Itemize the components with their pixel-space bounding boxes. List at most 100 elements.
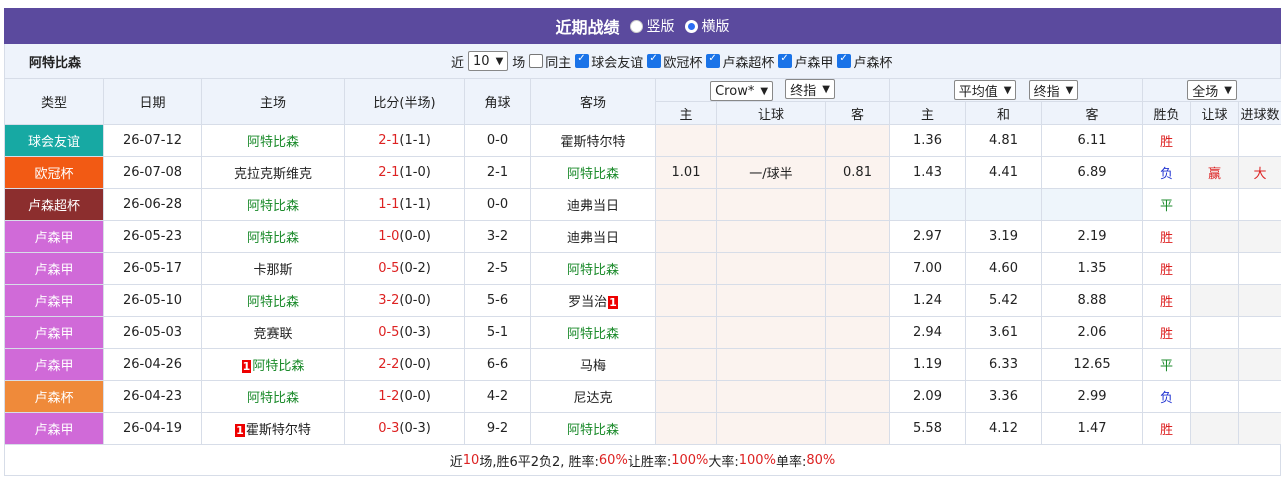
match-type[interactable]: 卢森甲 [4,412,104,445]
home-team[interactable]: 阿特比森 [201,188,345,221]
view-vertical-radio[interactable]: 竖版 [629,16,675,36]
filter-suffix: 场 [512,55,526,71]
avg-home-odds: 2.97 [889,220,967,253]
table-row[interactable]: 球会友谊 26-07-12 阿特比森 2-1(1-1) 0-0 霍斯特尔特 1.36 4.81… [4,124,1281,157]
comp-checkbox-friendly[interactable] [575,53,590,68]
match-score[interactable]: 1-1(1-1) [344,188,465,221]
scope-select[interactable]: 全场 ▼ [1187,80,1237,100]
handicap-line [716,124,826,157]
table-row[interactable]: 卢森甲 26-05-23 阿特比森 1-0(0-0) 3-2 迪弗当日 2.97 3.19 2.… [4,220,1281,253]
handicap-result [1190,252,1240,285]
match-result: 胜 [1142,412,1192,445]
col-score: 比分(半场) [344,78,465,125]
away-team[interactable]: 罗当治 1 [530,284,656,317]
away-team[interactable]: 马梅 [530,348,656,381]
away-team[interactable]: 阿特比森 [530,412,656,445]
handicap-result [1190,412,1240,445]
away-team[interactable]: 迪弗当日 [530,220,656,253]
table-row[interactable]: 欧冠杯 26-07-08 克拉克斯维克 2-1(1-0) 2-1 阿特比森 1.01 一/球半… [4,156,1281,189]
handicap-mode-select[interactable]: 终指 ▼ [785,79,835,99]
handicap-line [716,412,826,445]
away-team[interactable]: 尼达克 [530,380,656,413]
match-score[interactable]: 0-5(0-3) [344,316,465,349]
match-type[interactable]: 卢森杯 [4,380,104,413]
match-type[interactable]: 球会友谊 [4,124,104,157]
table-row[interactable]: 卢森甲 26-05-03 竞赛联 0-5(0-3) 5-1 阿特比森 2.94 3.61 2.0… [4,316,1281,349]
avg-select[interactable]: 平均值 ▼ [953,80,1017,100]
over-under-result [1238,284,1281,317]
comp-checkbox-supercup[interactable] [706,53,721,68]
match-score[interactable]: 1-2(0-0) [344,380,465,413]
match-score[interactable]: 2-2(0-0) [344,348,465,381]
avg-home-odds: 2.94 [889,316,967,349]
match-score[interactable]: 2-1(1-0) [344,156,465,189]
handicap-away-odds [824,252,891,285]
match-date: 26-07-12 [103,124,202,157]
avg-home-odds: 2.09 [889,380,967,413]
company-select[interactable]: Crow* ▼ [710,81,774,101]
home-team[interactable]: 阿特比森 [201,284,345,317]
avg-draw-odds: 3.36 [965,380,1043,413]
avg-draw-odds: 4.12 [965,412,1043,445]
handicap-line [716,284,826,317]
handicap-home-odds [655,348,717,381]
away-team[interactable]: 霍斯特尔特 [530,124,656,157]
match-score[interactable]: 2-1(1-1) [344,124,465,157]
table-row[interactable]: 卢森杯 26-04-23 阿特比森 1-2(0-0) 4-2 尼达克 2.09 3.36 2.9… [4,380,1281,413]
match-count-select[interactable]: 10 ▼ [468,51,509,71]
match-type[interactable]: 卢森甲 [4,316,104,349]
handicap-line [716,220,826,253]
home-team[interactable]: 卡那斯 [201,252,345,285]
comp-checkbox-ucl[interactable] [647,53,662,68]
match-result: 胜 [1142,284,1192,317]
away-team[interactable]: 阿特比森 [530,316,656,349]
home-team[interactable]: 阿特比森 [201,124,345,157]
home-team[interactable]: 竞赛联 [201,316,345,349]
match-score[interactable]: 3-2(0-0) [344,284,465,317]
avg-away-odds: 1.35 [1041,252,1144,285]
match-score[interactable]: 0-5(0-2) [344,252,465,285]
match-type[interactable]: 卢森甲 [4,220,104,253]
away-team[interactable]: 阿特比森 [530,252,656,285]
handicap-line [716,316,826,349]
match-score[interactable]: 0-3(0-3) [344,412,465,445]
view-horizontal-radio[interactable]: 横版 [684,16,730,36]
away-team[interactable]: 迪弗当日 [530,188,656,221]
table-row[interactable]: 卢森甲 26-05-17 卡那斯 0-5(0-2) 2-5 阿特比森 7.00 4.60 1.3… [4,252,1281,285]
handicap-home-odds [655,284,717,317]
red-card-badge: 1 [608,296,618,309]
home-team[interactable]: 克拉克斯维克 [201,156,345,189]
table-row[interactable]: 卢森甲 26-04-19 1 霍斯特尔特 0-3(0-3) 9-2 阿特比森 5.58 4.12… [4,412,1281,445]
match-type[interactable]: 卢森甲 [4,252,104,285]
handicap-result [1190,348,1240,381]
avg-draw-odds: 6.33 [965,348,1043,381]
home-team[interactable]: 阿特比森 [201,380,345,413]
home-team[interactable]: 1 阿特比森 [201,348,345,381]
same-home-checkbox[interactable] [529,54,544,68]
table-row[interactable]: 卢森甲 26-04-26 1 阿特比森 2-2(0-0) 6-6 马梅 1.19 6.33 12.… [4,348,1281,381]
col-type: 类型 [4,78,104,125]
avg-away-odds: 2.19 [1041,220,1144,253]
comp-checkbox-cup[interactable] [837,53,852,68]
match-result: 胜 [1142,124,1192,157]
chevron-down-icon: ▼ [760,85,769,97]
match-score[interactable]: 1-0(0-0) [344,220,465,253]
avg-home-odds: 1.36 [889,124,967,157]
match-result: 胜 [1142,316,1192,349]
match-type[interactable]: 卢森超杯 [4,188,104,221]
match-type[interactable]: 卢森甲 [4,348,104,381]
match-type[interactable]: 欧冠杯 [4,156,104,189]
radio-selected-icon [684,19,698,33]
table-row[interactable]: 卢森甲 26-05-10 阿特比森 3-2(0-0) 5-6 罗当治 1 1.24 5.42 8.… [4,284,1281,317]
away-team[interactable]: 阿特比森 [530,156,656,189]
avg-type-select[interactable]: 终指 ▼ [1028,80,1079,100]
handicap-away-odds [824,348,891,381]
scope-header: 全场 ▼ [1142,78,1281,102]
table-row[interactable]: 卢森超杯 26-06-28 阿特比森 1-1(1-1) 0-0 迪弗当日 平 [4,188,1281,221]
home-team[interactable]: 1 霍斯特尔特 [201,412,345,445]
corner-score: 2-5 [464,252,531,285]
comp-checkbox-league[interactable] [778,53,793,68]
match-type[interactable]: 卢森甲 [4,284,104,317]
sub-result: 胜负 [1142,101,1192,125]
home-team[interactable]: 阿特比森 [201,220,345,253]
